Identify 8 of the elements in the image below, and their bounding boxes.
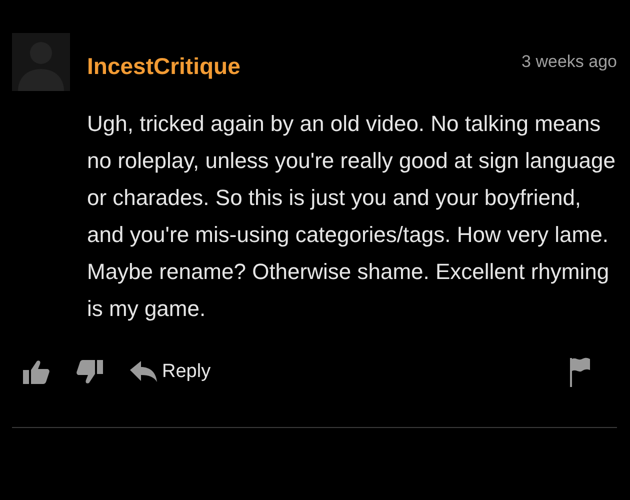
timestamp: 3 weeks ago [522, 52, 617, 72]
comment-text: Ugh, tricked again by an old video. No talking means no roleplay, unless you're really good at sign language or charades. So this is just you and your boyfriend, and you're mis-using categories/tags. How very lame. Maybe rename? Otherwise shame. Excellent rhyming is my game. [87, 110, 616, 323]
username[interactable]: IncestCritique [87, 53, 522, 80]
thumbs-down-icon[interactable] [76, 359, 104, 385]
flag-icon[interactable] [569, 357, 591, 387]
reply-button[interactable]: Reply [130, 361, 211, 383]
reply-icon [130, 361, 158, 383]
thumbs-up-icon[interactable] [22, 359, 50, 385]
